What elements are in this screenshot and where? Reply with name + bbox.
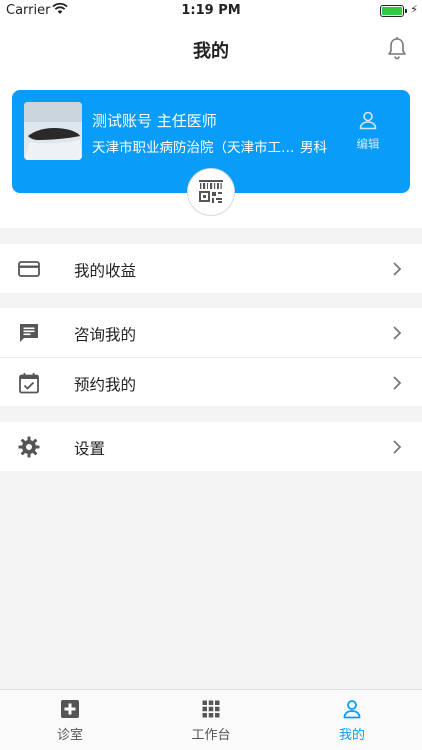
menu-item-consult[interactable]: 咨询我的: [0, 308, 422, 357]
chevron-right-icon: [393, 440, 402, 454]
chevron-right-icon: [393, 376, 402, 390]
card-icon: [18, 261, 40, 277]
tab-clinic-label: 诊室: [56, 728, 83, 743]
consult-label: 咨询我的: [74, 326, 137, 344]
doctor-name-title: 测试账号 主任医师: [92, 112, 217, 130]
status-bar: Carrier 1:19 PM ⚡: [0, 0, 422, 22]
gear-icon: [18, 436, 40, 458]
tab-clinic[interactable]: 诊室: [0, 690, 140, 750]
menu-item-settings[interactable]: 设置: [0, 422, 422, 471]
menu-item-appointment[interactable]: 预约我的: [0, 357, 422, 406]
bell-icon[interactable]: [386, 36, 408, 60]
edit-profile-button[interactable]: 编辑: [350, 110, 386, 152]
earnings-label: 我的收益: [74, 262, 137, 280]
department-name: 男科: [300, 140, 327, 156]
status-time: 1:19 PM: [181, 3, 241, 18]
calendar-check-icon: [19, 373, 39, 394]
tab-mine[interactable]: 我的: [282, 690, 422, 750]
profile-section: 测试账号 主任医师 天津市职业病防治院（天津市工人医院） 男科 编辑: [0, 76, 422, 228]
chevron-right-icon: [393, 326, 402, 340]
earnings-group: 我的收益: [0, 244, 422, 293]
qr-code-button[interactable]: [187, 168, 235, 216]
grid-icon: [202, 700, 220, 718]
edit-label: 编辑: [356, 137, 380, 151]
tab-mine-label: 我的: [338, 728, 365, 743]
person-icon: [343, 700, 361, 719]
clinic-plus-icon: [61, 700, 79, 718]
person-outline-icon: [359, 111, 377, 130]
chat-icon: [20, 324, 38, 342]
tab-workbench[interactable]: 工作台: [141, 690, 281, 750]
tab-workbench-label: 工作台: [191, 728, 231, 743]
consult-group: 咨询我的 预约我的: [0, 308, 422, 406]
qr-code-icon: [199, 180, 223, 203]
battery-icon: [380, 5, 404, 17]
chevron-right-icon: [393, 262, 402, 276]
page-title: 我的: [193, 41, 229, 62]
tab-bar: 诊室 工作台 我的: [0, 689, 422, 750]
charging-icon: ⚡: [410, 3, 418, 16]
hospital-name: 天津市职业病防治院（天津市工人医院）: [92, 140, 300, 156]
menu-item-earnings[interactable]: 我的收益: [0, 244, 422, 293]
settings-group: 设置: [0, 422, 422, 471]
settings-label: 设置: [74, 440, 106, 458]
appointment-label: 预约我的: [74, 376, 137, 394]
avatar[interactable]: [24, 102, 82, 160]
nav-bar: 我的: [0, 22, 422, 76]
